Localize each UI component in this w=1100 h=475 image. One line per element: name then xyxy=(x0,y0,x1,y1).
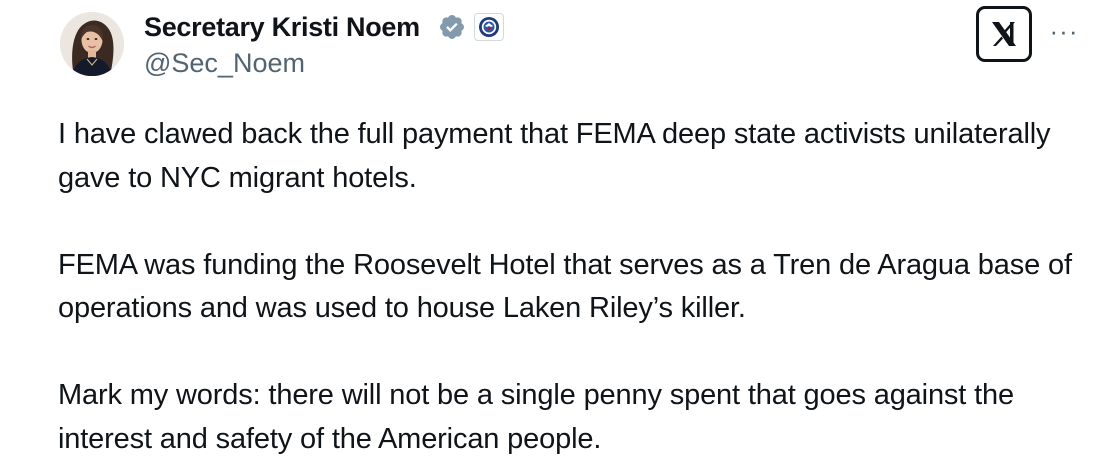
dhs-seal-icon[interactable] xyxy=(474,13,504,41)
avatar-photo xyxy=(60,12,124,76)
author-display-name[interactable]: Secretary Kristi Noem xyxy=(144,10,420,44)
tweet-card: Secretary Kristi Noem @Sec_Noem ··· I ha… xyxy=(0,0,1100,475)
tweet-text: I have clawed back the full payment that… xyxy=(58,113,1078,461)
author-avatar[interactable] xyxy=(60,12,124,76)
tweet-paragraph: FEMA was funding the Roosevelt Hotel tha… xyxy=(58,248,1072,325)
x-logo-icon[interactable] xyxy=(976,6,1032,62)
more-options-icon[interactable]: ··· xyxy=(1046,16,1082,46)
author-handle[interactable]: @Sec_Noem xyxy=(144,46,305,80)
tweet-paragraph: I have clawed back the full payment that… xyxy=(58,118,1051,194)
tweet-paragraph: Mark my words: there will not be a singl… xyxy=(58,379,1014,455)
verified-badge-icon xyxy=(438,13,466,41)
